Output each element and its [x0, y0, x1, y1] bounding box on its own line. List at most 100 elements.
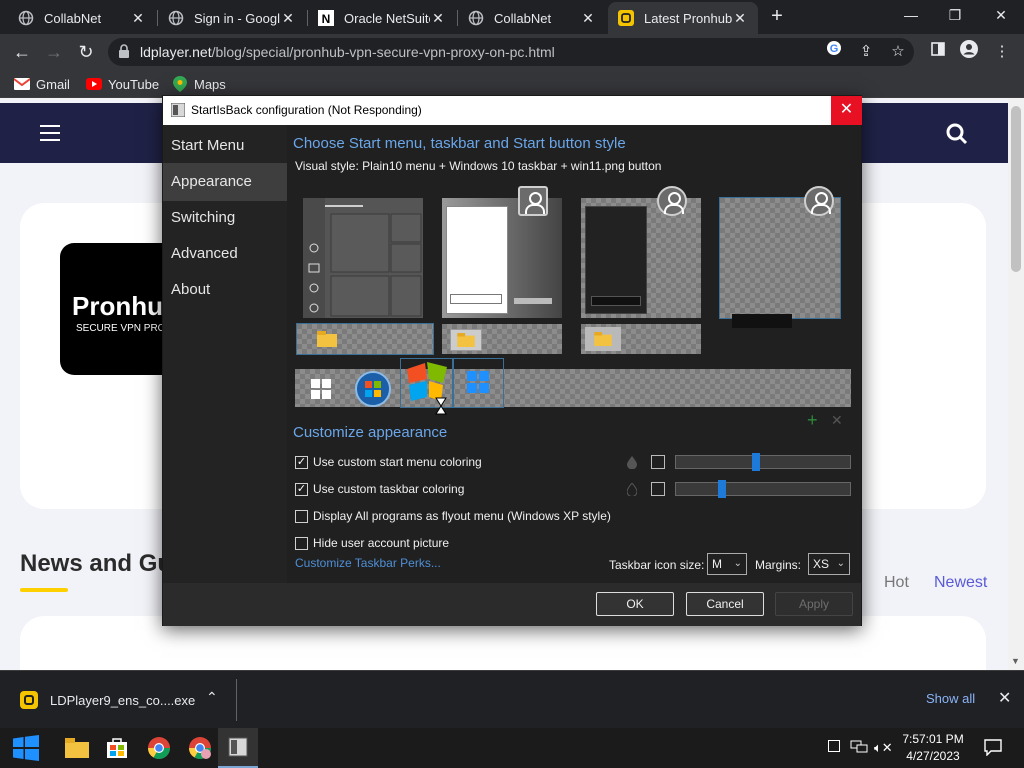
tab-oracle-netsuite[interactable]: N Oracle NetSuite ✕: [308, 4, 456, 32]
taskbar-color-slider[interactable]: [675, 480, 851, 498]
minimize-button[interactable]: —: [888, 4, 934, 28]
bookmark-star-icon[interactable]: ☆: [886, 40, 910, 64]
start-menu-style-plain10-selected[interactable]: [719, 186, 841, 328]
url-domain: ldplayer.net: [140, 44, 212, 60]
page-scrollbar[interactable]: ▼: [1008, 98, 1024, 670]
show-all-button[interactable]: Show all: [926, 691, 975, 706]
tab-title: Oracle NetSuite: [344, 10, 430, 26]
option-hide-user-picture[interactable]: Hide user account picture: [295, 536, 449, 550]
tab-close-icon[interactable]: ✕: [280, 10, 296, 27]
bookmark-youtube[interactable]: YouTube: [86, 75, 159, 93]
tab-close-icon[interactable]: ✕: [732, 10, 748, 27]
slider-knob[interactable]: [718, 480, 726, 498]
netsuite-icon: N: [318, 10, 334, 26]
tab-close-icon[interactable]: ✕: [580, 10, 596, 27]
option-custom-taskbar-coloring[interactable]: ✓ Use custom taskbar coloring: [295, 482, 464, 496]
chevron-up-icon[interactable]: ⌃: [206, 689, 218, 706]
menu-kebab-icon[interactable]: ⋮: [990, 40, 1014, 64]
volume-muted-icon[interactable]: 🔈︎✕: [874, 740, 893, 756]
start-menu-color-swatch[interactable]: [651, 455, 665, 469]
startisback-config-icon[interactable]: [218, 728, 258, 768]
back-icon[interactable]: ←: [10, 40, 34, 64]
bookmark-maps[interactable]: Maps: [172, 75, 226, 93]
hamburger-menu-icon[interactable]: [40, 125, 60, 141]
restore-button[interactable]: ❐: [932, 4, 978, 28]
menu-preview-search: [591, 296, 641, 306]
chrome-icon[interactable]: [139, 728, 179, 768]
taskbar-icon-size-select[interactable]: M ⌄: [707, 553, 747, 575]
bookmark-gmail[interactable]: Gmail: [14, 75, 70, 93]
start-menu-style-windows10[interactable]: [303, 198, 423, 318]
file-explorer-icon[interactable]: [57, 728, 97, 768]
side-panel-icon[interactable]: [926, 40, 950, 64]
profile-icon[interactable]: [957, 40, 981, 64]
checkbox-checked[interactable]: ✓: [295, 482, 308, 496]
bookmark-label: Gmail: [36, 76, 70, 92]
apply-button[interactable]: Apply: [775, 592, 853, 616]
system-clock[interactable]: 7:57:01 PM 4/27/2023: [900, 731, 966, 765]
scroll-down-icon[interactable]: ▼: [1011, 656, 1020, 666]
tab-collabnet-1[interactable]: CollabNet ✕: [8, 4, 156, 32]
sidebar-item-appearance[interactable]: Appearance: [163, 163, 287, 201]
start-button-windows7-orb[interactable]: [355, 371, 391, 412]
chrome-profile-icon[interactable]: [180, 728, 220, 768]
google-lens-icon[interactable]: G: [822, 40, 846, 64]
sidebar-item-about[interactable]: About: [163, 271, 287, 309]
dialog-titlebar[interactable]: StartIsBack configuration (Not Respondin…: [163, 96, 862, 125]
bookmark-label: Maps: [194, 76, 226, 92]
address-bar[interactable]: ldplayer.net/blog/special/pronhub-vpn-se…: [108, 38, 914, 66]
network-icon[interactable]: [850, 740, 868, 757]
start-menu-style-plain8[interactable]: [581, 186, 701, 318]
tab-title: Latest Pronhub: [644, 10, 732, 26]
reload-icon[interactable]: ↻: [74, 40, 98, 64]
action-center-icon[interactable]: [984, 738, 1002, 759]
sidebar-item-start-menu[interactable]: Start Menu: [163, 127, 287, 165]
tab-latest-pronhub[interactable]: Latest Pronhub ✕: [608, 2, 758, 34]
new-tab-button[interactable]: +: [766, 6, 788, 28]
tab-close-icon[interactable]: ✕: [430, 10, 446, 27]
tab-close-icon[interactable]: ✕: [130, 10, 146, 27]
ok-button[interactable]: OK: [596, 592, 674, 616]
select-value: XS: [813, 557, 830, 571]
add-icon[interactable]: +: [807, 411, 818, 429]
margins-select[interactable]: XS ⌄: [808, 553, 850, 575]
cancel-button[interactable]: Cancel: [686, 592, 764, 616]
option-flyout-all-programs[interactable]: Display All programs as flyout menu (Win…: [295, 509, 611, 523]
forward-icon[interactable]: →: [42, 40, 66, 64]
store-icon[interactable]: [97, 728, 137, 768]
download-item[interactable]: LDPlayer9_ens_co....exe: [20, 691, 195, 709]
sidebar-item-switching[interactable]: Switching: [163, 199, 287, 237]
start-button[interactable]: [6, 728, 46, 768]
customize-taskbar-perks-link[interactable]: Customize Taskbar Perks...: [295, 556, 441, 570]
youtube-icon: [86, 76, 102, 92]
window-close-button[interactable]: ✕: [978, 4, 1024, 28]
option-label: Hide user account picture: [313, 536, 450, 550]
taskbar-style-windows10-selected[interactable]: [296, 323, 434, 355]
notification-square-icon[interactable]: [828, 740, 840, 755]
dialog-close-button[interactable]: ✕: [831, 96, 862, 125]
taskbar-style-windows8[interactable]: [581, 324, 701, 354]
checkbox-unchecked[interactable]: [295, 536, 308, 550]
tab-google-signin[interactable]: Sign in - Google ✕: [158, 4, 306, 32]
option-custom-start-menu-coloring[interactable]: ✓ Use custom start menu coloring: [295, 455, 482, 469]
scrollbar-thumb[interactable]: [1011, 106, 1021, 272]
checkbox-unchecked[interactable]: [295, 509, 308, 523]
tab-hot[interactable]: Hot: [884, 574, 909, 592]
start-button-windows10[interactable]: [311, 379, 331, 404]
taskbar-style-windows7[interactable]: [442, 324, 562, 354]
search-icon[interactable]: [946, 123, 968, 150]
close-icon[interactable]: ✕: [998, 688, 1011, 708]
news-heading: News and Gu: [20, 550, 173, 577]
share-icon[interactable]: ⇪: [854, 40, 878, 64]
slider-knob[interactable]: [752, 453, 760, 471]
start-menu-style-windows7[interactable]: [442, 186, 562, 318]
taskbar-color-swatch[interactable]: [651, 482, 665, 496]
remove-icon[interactable]: ✕: [831, 412, 843, 428]
taskbar-icon-size-label: Taskbar icon size:: [609, 558, 705, 572]
tab-collabnet-2[interactable]: CollabNet ✕: [458, 4, 606, 32]
sidebar-item-advanced[interactable]: Advanced: [163, 235, 287, 273]
checkbox-checked[interactable]: ✓: [295, 455, 308, 469]
start-menu-color-slider[interactable]: [675, 453, 851, 471]
tab-newest[interactable]: Newest: [934, 574, 987, 592]
start-button-windows11[interactable]: [452, 358, 504, 408]
